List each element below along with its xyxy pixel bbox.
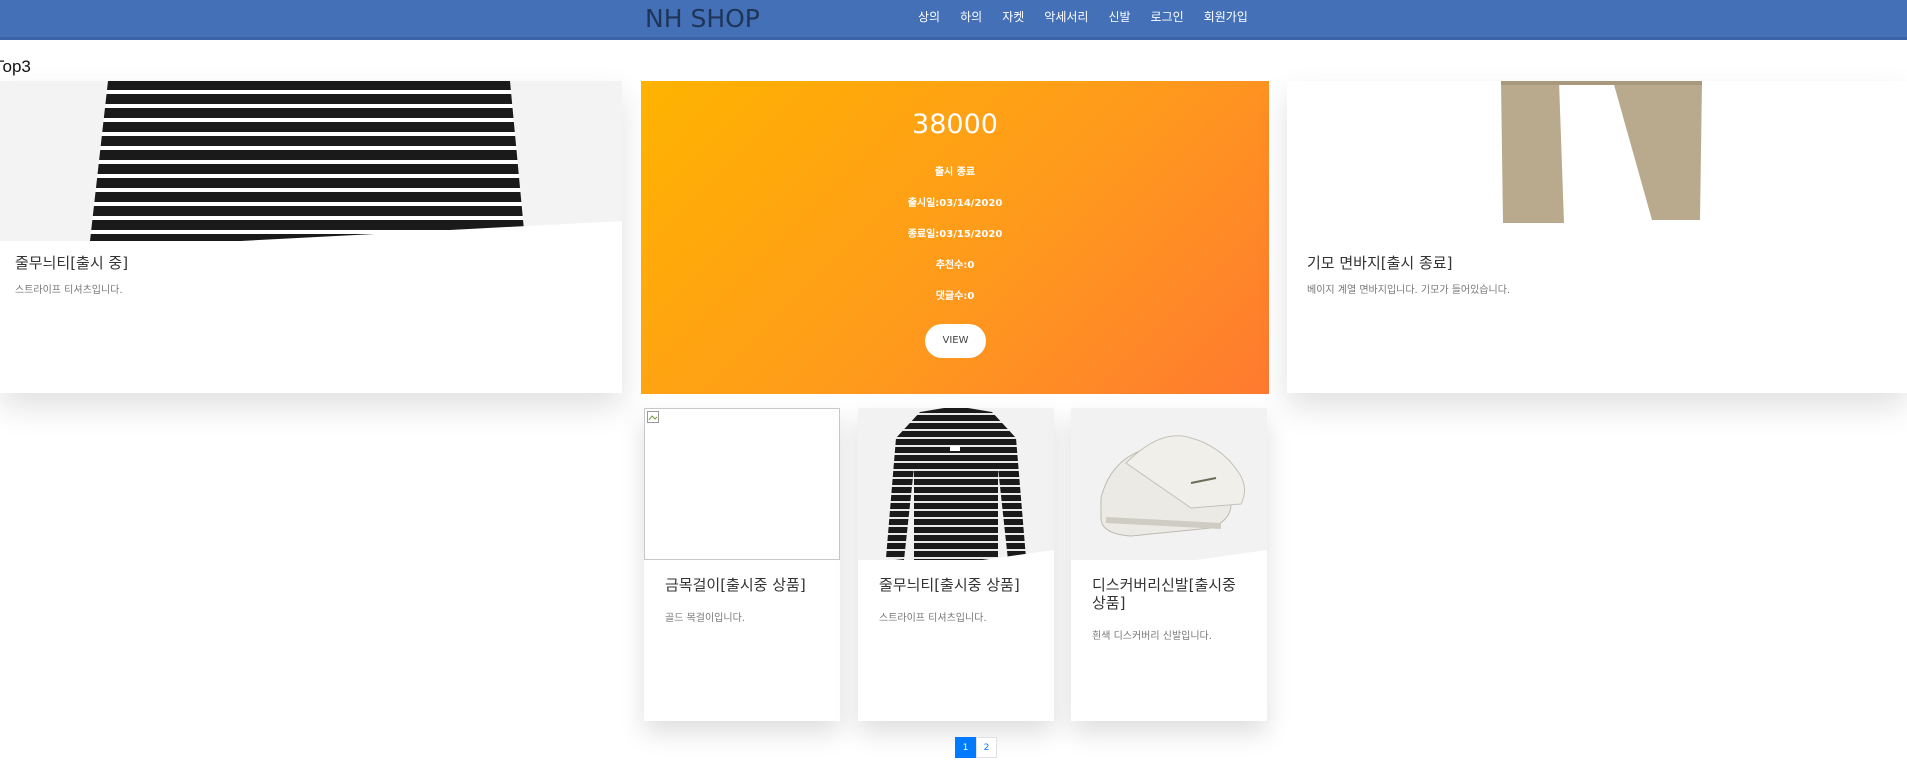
- end-date: 종료일:03/15/2020: [907, 229, 1003, 240]
- broken-image-icon[interactable]: [644, 408, 840, 560]
- menu-item-jackets[interactable]: 자켓: [992, 9, 1034, 25]
- top-navbar: NH SHOP 상의 하의 자켓 악세서리 신발 로그인 회원가입: [0, 0, 1907, 40]
- release-date: 출시일:03/14/2020: [907, 198, 1003, 209]
- product-card[interactable]: 줄무늬티[출시중 상품] 스트라이프 티셔츠입니다.: [858, 408, 1054, 721]
- menu-item-tops[interactable]: 상의: [908, 9, 950, 25]
- top3-card-center: 38000 출시 종료 출시일:03/14/2020 종료일:03/15/202…: [641, 81, 1269, 394]
- product-title[interactable]: 줄무늬티[출시중 상품]: [879, 576, 1039, 594]
- product-card[interactable]: 금목걸이[출시중 상품] 골드 목걸이입니다.: [644, 408, 840, 721]
- striped-longsleeve-illustration: [886, 408, 1026, 560]
- product-description: 스트라이프 티셔츠입니다.: [879, 613, 987, 624]
- product-description: 흰색 디스커버리 신발입니다.: [1092, 631, 1212, 642]
- page-2-button[interactable]: 2: [976, 737, 997, 758]
- menu-item-signup[interactable]: 회원가입: [1194, 9, 1258, 25]
- sneakers-image[interactable]: [1071, 408, 1267, 560]
- card-description: 베이지 계열 면바지입니다. 기모가 들어있습니다.: [1307, 285, 1511, 296]
- product-description: 골드 목걸이입니다.: [665, 613, 745, 624]
- pagination: 1 2: [955, 737, 997, 758]
- broken-image-glyph: [647, 411, 659, 423]
- comment-count: 댓글수:0: [935, 291, 975, 302]
- recommend-count: 추천수:0: [935, 260, 975, 271]
- card-description: 스트라이프 티셔츠입니다.: [15, 285, 123, 296]
- menu-item-login[interactable]: 로그인: [1141, 9, 1194, 25]
- view-button[interactable]: VIEW: [925, 324, 986, 358]
- section-title: Top3: [0, 57, 31, 76]
- striped-shirt-image[interactable]: [0, 81, 622, 241]
- menu-item-accessories[interactable]: 악세서리: [1034, 9, 1098, 25]
- product-title[interactable]: 금목걸이[출시중 상품]: [665, 576, 825, 594]
- striped-shirt-image[interactable]: [858, 408, 1054, 560]
- release-status: 출시 종료: [934, 167, 976, 178]
- pants-image[interactable]: [1287, 81, 1907, 241]
- pants-illustration: [1501, 81, 1702, 223]
- page-1-button[interactable]: 1: [955, 737, 976, 758]
- main-menu: 상의 하의 자켓 악세서리 신발 로그인 회원가입: [908, 9, 1258, 25]
- sneakers-illustration: [1100, 435, 1245, 537]
- product-card[interactable]: 디스커버리신발[출시중 상품] 흰색 디스커버리 신발입니다.: [1071, 408, 1267, 721]
- top3-card-right[interactable]: 기모 면바지[출시 종료] 베이지 계열 면바지입니다. 기모가 들어있습니다.: [1287, 81, 1907, 393]
- card-title[interactable]: 줄무늬티[출시 중]: [15, 252, 128, 273]
- brand-logo[interactable]: NH SHOP: [645, 4, 760, 33]
- menu-item-bottoms[interactable]: 하의: [950, 9, 992, 25]
- striped-shirt-illustration: [90, 81, 525, 241]
- price: 38000: [912, 109, 998, 140]
- card-title[interactable]: 기모 면바지[출시 종료]: [1307, 252, 1452, 273]
- product-title[interactable]: 디스커버리신발[출시중 상품]: [1092, 576, 1252, 612]
- menu-item-shoes[interactable]: 신발: [1098, 9, 1140, 25]
- top3-card-left[interactable]: 줄무늬티[출시 중] 스트라이프 티셔츠입니다.: [0, 81, 622, 393]
